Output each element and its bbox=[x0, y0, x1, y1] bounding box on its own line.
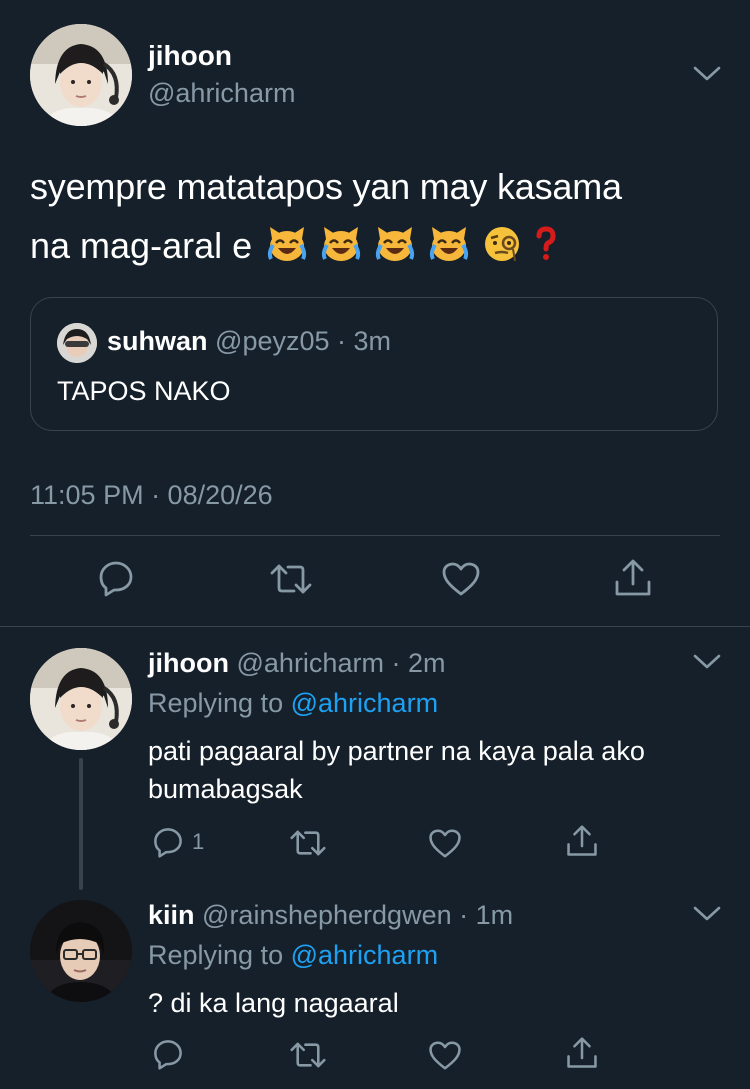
retweet-icon bbox=[290, 828, 326, 858]
replying-to-label: Replying to bbox=[148, 688, 284, 718]
chevron-down-icon[interactable] bbox=[692, 652, 722, 672]
reply-time: · 1m bbox=[459, 900, 514, 930]
retweet-button[interactable] bbox=[270, 562, 312, 596]
replying-to: Replying to @ahricharm bbox=[148, 688, 438, 719]
reply-text-line-2: bumabagsak bbox=[148, 774, 303, 804]
monocle-face-emoji bbox=[482, 225, 522, 268]
retweet-icon bbox=[270, 562, 312, 596]
quoted-time: · 3m bbox=[337, 326, 392, 356]
like-button[interactable] bbox=[441, 561, 481, 597]
like-icon bbox=[441, 561, 481, 597]
share-icon bbox=[566, 1036, 598, 1070]
reply-header: kiin @rainshepherdgwen · 1m bbox=[148, 900, 513, 931]
reply-text-line-1: ? di ka lang nagaaral bbox=[148, 988, 399, 1018]
section-divider bbox=[0, 626, 750, 627]
replying-to-label: Replying to bbox=[148, 940, 284, 970]
avatar[interactable] bbox=[30, 24, 132, 126]
reply-header: jihoon @ahricharm · 2m bbox=[148, 648, 445, 679]
cat-tears-emoji bbox=[266, 225, 308, 268]
quoted-avatar bbox=[57, 323, 97, 363]
chevron-down-icon[interactable] bbox=[692, 904, 722, 924]
quoted-display-name[interactable]: suhwan bbox=[107, 326, 208, 356]
share-icon bbox=[566, 824, 598, 858]
thread-line bbox=[79, 758, 83, 890]
quoted-text: TAPOS NAKO bbox=[57, 376, 231, 406]
cat-tears-emoji bbox=[374, 225, 416, 268]
like-icon bbox=[428, 828, 462, 859]
quoted-handle[interactable]: @peyz05 bbox=[215, 326, 329, 356]
reply-text-line-1: pati pagaaral by partner na kaya pala ak… bbox=[148, 736, 645, 766]
divider bbox=[30, 535, 720, 536]
quoted-tweet-card[interactable]: suhwan @peyz05 · 3m TAPOS NAKO bbox=[30, 297, 718, 431]
share-button[interactable] bbox=[566, 824, 598, 858]
reply-display-name[interactable]: kiin bbox=[148, 900, 195, 930]
avatar[interactable] bbox=[30, 648, 132, 750]
quoted-header: suhwan @peyz05 · 3m bbox=[107, 326, 391, 357]
reply-button[interactable]: 1 bbox=[152, 826, 204, 858]
share-icon bbox=[614, 558, 652, 598]
replying-to-link[interactable]: @ahricharm bbox=[291, 688, 438, 718]
share-button[interactable] bbox=[566, 1036, 598, 1070]
like-button[interactable] bbox=[428, 1040, 462, 1071]
reply-handle[interactable]: @rainshepherdgwen bbox=[202, 900, 452, 930]
like-button[interactable] bbox=[428, 828, 462, 859]
reply-button[interactable] bbox=[152, 1038, 184, 1070]
chevron-down-icon[interactable] bbox=[692, 64, 722, 84]
cat-tears-emoji bbox=[428, 225, 470, 268]
replying-to-link[interactable]: @ahricharm bbox=[291, 940, 438, 970]
reply-icon bbox=[97, 559, 135, 597]
reply-count: 1 bbox=[192, 829, 205, 854]
tweet-text-line-1: syempre matatapos yan may kasama bbox=[30, 166, 622, 207]
tweet-timestamp[interactable]: 11:05 PM · 08/20/26 bbox=[30, 480, 273, 511]
avatar[interactable] bbox=[30, 900, 132, 1002]
reply-icon bbox=[152, 1038, 184, 1070]
reply-time: · 2m bbox=[391, 648, 446, 678]
replying-to: Replying to @ahricharm bbox=[148, 940, 438, 971]
reply-button[interactable] bbox=[97, 559, 135, 597]
tweet-text-line-2: na mag-aral e bbox=[30, 225, 253, 266]
reply-handle[interactable]: @ahricharm bbox=[237, 648, 384, 678]
retweet-icon bbox=[290, 1040, 326, 1070]
red-question-emoji bbox=[534, 225, 558, 267]
retweet-button[interactable] bbox=[290, 828, 326, 858]
author-display-name[interactable]: jihoon bbox=[148, 40, 232, 72]
retweet-button[interactable] bbox=[290, 1040, 326, 1070]
share-button[interactable] bbox=[614, 558, 652, 598]
reply-icon bbox=[152, 826, 184, 858]
tweet-text-line-2-wrap: na mag-aral e bbox=[30, 224, 570, 268]
author-handle[interactable]: @ahricharm bbox=[148, 78, 295, 109]
cat-tears-emoji bbox=[320, 225, 362, 268]
reply-display-name[interactable]: jihoon bbox=[148, 648, 229, 678]
like-icon bbox=[428, 1040, 462, 1071]
